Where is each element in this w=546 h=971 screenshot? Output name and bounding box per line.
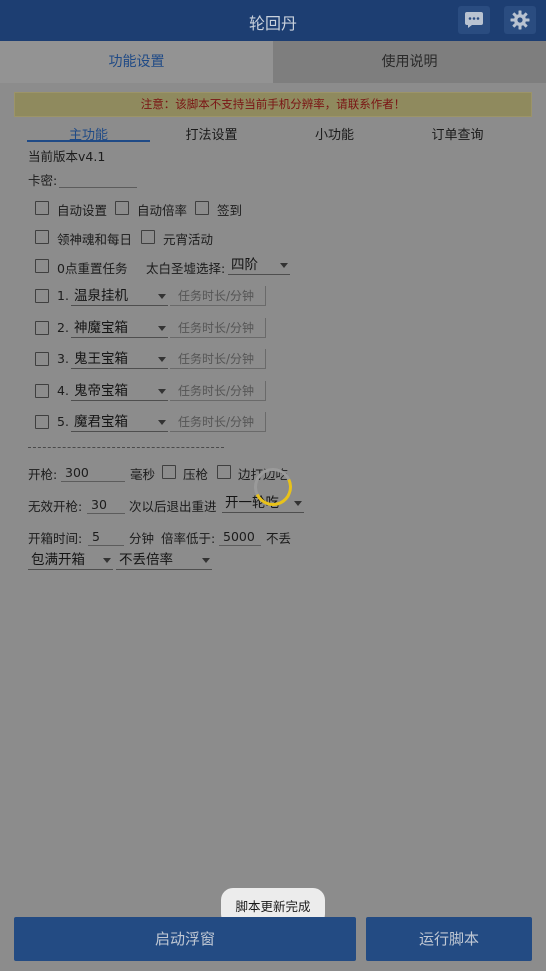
taibai-label: 太白圣墟选择:	[146, 261, 226, 276]
press-gun-label: 压枪	[183, 467, 209, 482]
taibai-select[interactable]: 四阶	[228, 255, 290, 275]
rate-below-suffix: 不丢	[266, 531, 292, 546]
chevron-down-icon	[158, 294, 166, 299]
task-2-select-value: 神魔宝箱	[74, 320, 128, 336]
settings-button[interactable]	[504, 6, 536, 34]
chevron-down-icon	[158, 326, 166, 331]
auto-settings-checkbox[interactable]	[35, 201, 49, 215]
chat-button[interactable]	[458, 6, 490, 34]
chevron-down-icon	[158, 389, 166, 394]
open-box-mode-select[interactable]: 包满开箱	[28, 550, 113, 570]
task-4-select[interactable]: 鬼帝宝箱	[71, 381, 168, 401]
task-3-select-value: 鬼王宝箱	[74, 351, 128, 367]
task-1-select-value: 温泉挂机	[74, 288, 128, 304]
title-bar: 轮回丹	[0, 0, 546, 41]
press-gun-checkbox[interactable]	[162, 465, 176, 479]
task-4-select-value: 鬼帝宝箱	[74, 383, 128, 399]
task-4-duration-input[interactable]: 任务时长/分钟	[170, 381, 266, 401]
chevron-down-icon	[280, 263, 288, 268]
task-5-select[interactable]: 魔君宝箱	[71, 412, 168, 432]
chevron-down-icon	[158, 420, 166, 425]
fire-label: 开枪:	[28, 467, 58, 482]
box-time-input[interactable]: 5	[88, 528, 124, 546]
reset-tasks-label: 0点重置任务	[57, 261, 128, 276]
auto-settings-label: 自动设置	[57, 203, 108, 218]
task-1-number: 1.	[57, 288, 69, 303]
box-time-label: 开箱时间:	[28, 531, 83, 546]
rate-drop-value: 不丢倍率	[119, 552, 173, 568]
soul-daily-label: 领神魂和每日	[57, 232, 133, 247]
auto-rate-label: 自动倍率	[137, 203, 188, 218]
task-2-checkbox[interactable]	[35, 321, 49, 335]
sign-in-checkbox[interactable]	[195, 201, 209, 215]
task-2-duration-input[interactable]: 任务时长/分钟	[170, 318, 266, 338]
sign-in-label: 签到	[217, 203, 243, 218]
chevron-down-icon	[202, 558, 210, 563]
start-float-window-button[interactable]: 启动浮窗	[14, 917, 356, 961]
auto-rate-checkbox[interactable]	[115, 201, 129, 215]
subtab-main[interactable]: 主功能	[27, 124, 150, 143]
task-3-select[interactable]: 鬼王宝箱	[71, 349, 168, 369]
resolution-warning: 注意：该脚本不支持当前手机分辨率，请联系作者！	[14, 92, 532, 117]
tab-function-settings[interactable]: 功能设置	[0, 41, 273, 83]
task-5-checkbox[interactable]	[35, 415, 49, 429]
task-2-select[interactable]: 神魔宝箱	[71, 318, 168, 338]
rate-below-input[interactable]: 5000	[219, 528, 261, 546]
chevron-down-icon	[103, 558, 111, 563]
gear-icon	[510, 10, 530, 30]
card-key-label: 卡密:	[28, 173, 58, 188]
run-script-button[interactable]: 运行脚本	[366, 917, 532, 961]
reset-tasks-checkbox[interactable]	[35, 259, 49, 273]
task-5-number: 5.	[57, 414, 69, 429]
box-time-unit: 分钟	[129, 531, 155, 546]
invalid-fire-input[interactable]: 30	[87, 496, 125, 514]
task-5-duration-input[interactable]: 任务时长/分钟	[170, 412, 266, 432]
rate-below-label: 倍率低于:	[161, 531, 216, 546]
invalid-fire-suffix: 次以后退出重进	[129, 499, 217, 514]
version-text: 当前版本v4.1	[28, 149, 106, 164]
fire-unit: 毫秒	[130, 467, 156, 482]
task-4-checkbox[interactable]	[35, 384, 49, 398]
task-5-select-value: 魔君宝箱	[74, 414, 128, 430]
task-3-number: 3.	[57, 351, 69, 366]
task-4-number: 4.	[57, 383, 69, 398]
task-3-checkbox[interactable]	[35, 352, 49, 366]
lantern-event-label: 元宵活动	[163, 232, 214, 247]
edge-eat-checkbox[interactable]	[217, 465, 231, 479]
section-divider	[28, 447, 224, 448]
subtab-small-features[interactable]: 小功能	[273, 124, 396, 143]
lantern-event-checkbox[interactable]	[141, 230, 155, 244]
rate-drop-select[interactable]: 不丢倍率	[116, 550, 212, 570]
chat-bubble-icon	[465, 12, 483, 28]
task-1-checkbox[interactable]	[35, 289, 49, 303]
subtab-order-query[interactable]: 订单查询	[396, 124, 519, 143]
task-1-select[interactable]: 温泉挂机	[71, 286, 168, 306]
open-box-mode-value: 包满开箱	[31, 552, 85, 568]
task-1-duration-input[interactable]: 任务时长/分钟	[170, 286, 266, 306]
subtab-play-settings[interactable]: 打法设置	[150, 124, 273, 143]
card-key-input[interactable]	[59, 170, 137, 188]
taibai-select-value: 四阶	[231, 257, 258, 273]
chevron-down-icon	[294, 501, 302, 506]
chevron-down-icon	[158, 357, 166, 362]
invalid-fire-label: 无效开枪:	[28, 499, 83, 514]
task-3-duration-input[interactable]: 任务时长/分钟	[170, 349, 266, 369]
task-2-number: 2.	[57, 320, 69, 335]
fire-interval-input[interactable]: 300	[61, 464, 125, 482]
tab-instructions[interactable]: 使用说明	[273, 41, 546, 83]
soul-daily-checkbox[interactable]	[35, 230, 49, 244]
